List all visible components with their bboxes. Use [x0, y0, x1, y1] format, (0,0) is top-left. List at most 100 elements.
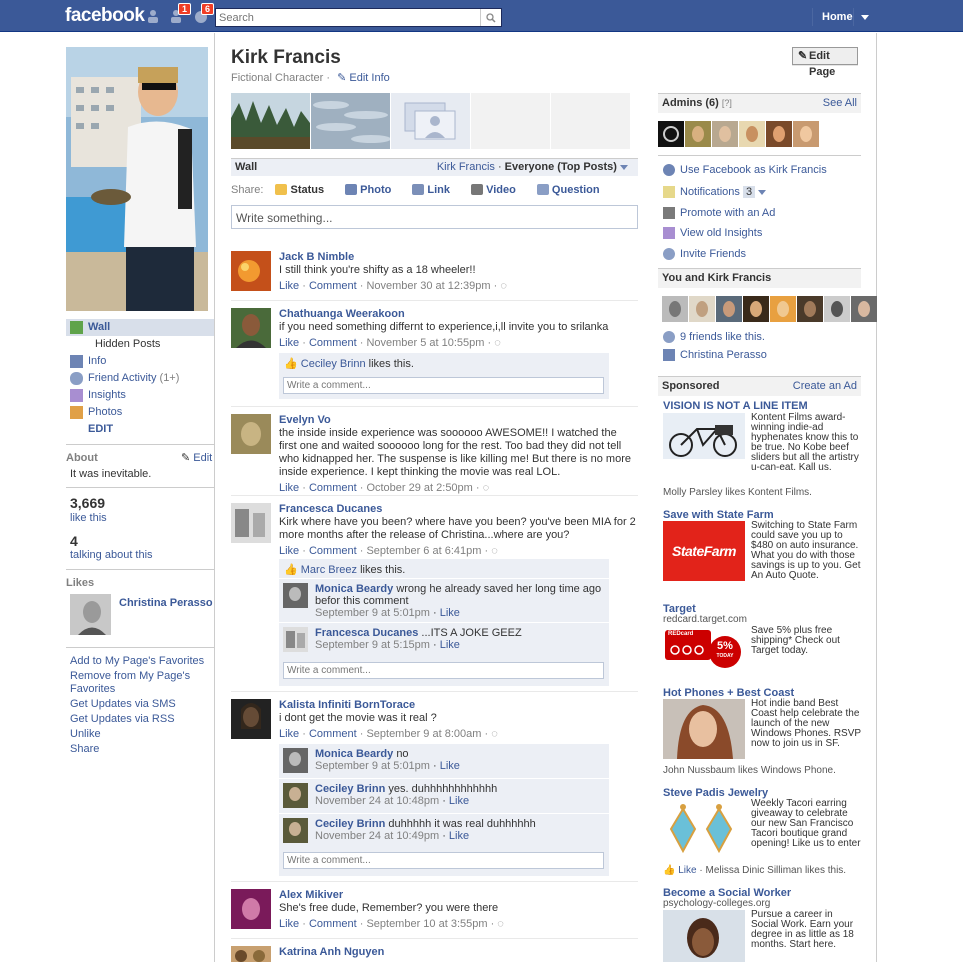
comment-author[interactable]: Francesca Ducanes [315, 627, 418, 639]
ad-image[interactable] [663, 413, 745, 459]
comment-link[interactable]: Comment [309, 280, 357, 292]
liked-page-name[interactable]: Christina Perasso [119, 597, 213, 609]
ad-title[interactable]: VISION IS NOT A LINE ITEM [663, 400, 808, 412]
edit-page-button[interactable]: ✎ Edit Page [792, 47, 858, 78]
use-facebook-as-link[interactable]: Use Facebook as Kirk Francis [663, 163, 827, 177]
friend-avatar[interactable] [824, 296, 850, 322]
ad-image[interactable] [663, 699, 745, 759]
share-video-tab[interactable]: Video [471, 184, 525, 196]
search-input[interactable] [216, 9, 478, 26]
like-link[interactable]: Like [279, 482, 299, 494]
admin-avatar[interactable] [766, 121, 792, 147]
like-link[interactable]: Like [279, 918, 299, 930]
account-menu-button[interactable] [853, 8, 875, 26]
unlike-link[interactable]: Unlike [70, 728, 210, 741]
post-avatar[interactable] [231, 699, 271, 739]
like-link[interactable]: Like [279, 337, 299, 349]
comment-link[interactable]: Comment [309, 545, 357, 557]
comment-link[interactable]: Comment [309, 482, 357, 494]
notifications-icon[interactable]: 6 [193, 3, 215, 23]
post-avatar[interactable] [231, 251, 271, 291]
post-author[interactable]: Francesca Ducanes [279, 503, 637, 516]
post-avatar[interactable] [231, 414, 271, 454]
post-author[interactable]: Chathuanga Weerakoon [279, 308, 637, 321]
like-link[interactable]: Like [279, 280, 299, 292]
friend-avatar[interactable] [770, 296, 796, 322]
status-input[interactable]: Write something... [231, 205, 638, 229]
friend-avatar[interactable] [851, 296, 877, 322]
photo-thumb[interactable] [231, 93, 310, 149]
admin-avatar[interactable] [712, 121, 738, 147]
nav-friend-activity[interactable]: Friend Activity (1+) [66, 370, 214, 387]
friend-like-item[interactable]: Christina Perasso [663, 348, 767, 362]
rss-updates-link[interactable]: Get Updates via RSS [70, 713, 210, 726]
comment-author[interactable]: Monica Beardy [315, 748, 393, 760]
edit-info-link[interactable]: ✎ Edit Info [337, 72, 390, 84]
friend-avatar[interactable] [689, 296, 715, 322]
liked-page-avatar[interactable] [70, 594, 111, 635]
post-author[interactable]: Evelyn Vo [279, 414, 637, 427]
comment-avatar[interactable] [283, 783, 308, 808]
comment-avatar[interactable] [283, 748, 308, 773]
like-link[interactable]: Like [440, 760, 460, 772]
share-link[interactable]: Share [70, 743, 210, 756]
comment-input[interactable]: Write a comment... [283, 377, 604, 394]
post-avatar[interactable] [231, 503, 271, 543]
comment-author[interactable]: Ceciley Brinn [315, 783, 385, 795]
see-all-admins-link[interactable]: See All [823, 94, 857, 113]
friend-avatar[interactable] [743, 296, 769, 322]
nav-info[interactable]: Info [66, 353, 214, 370]
admin-avatar[interactable] [793, 121, 819, 147]
like-link[interactable]: Like [449, 795, 469, 807]
wall-filter[interactable]: Kirk Francis · Everyone (Top Posts) [437, 159, 628, 176]
like-link[interactable]: Like [449, 830, 469, 842]
about-edit-link[interactable]: ✎ Edit [181, 451, 212, 464]
create-ad-link[interactable]: Create an Ad [793, 377, 857, 396]
friend-avatar[interactable] [716, 296, 742, 322]
invite-friends-link[interactable]: Invite Friends [663, 247, 746, 261]
nav-photos[interactable]: Photos [66, 404, 214, 421]
friend-avatar[interactable] [662, 296, 688, 322]
post-avatar[interactable] [231, 308, 271, 348]
friends-like-link[interactable]: 9 friends like this. [663, 330, 765, 344]
like-link[interactable]: Like [279, 545, 299, 557]
photo-thumb[interactable] [311, 93, 391, 149]
share-photo-tab[interactable]: Photo [345, 184, 400, 196]
comment-avatar[interactable] [283, 627, 308, 652]
ad-like-link[interactable]: 👍 Like [663, 865, 697, 876]
comment-author[interactable]: Monica Beardy [315, 583, 393, 595]
nav-edit-link[interactable]: EDIT [66, 421, 214, 438]
post-avatar[interactable] [231, 946, 271, 962]
likes-label-link[interactable]: like this [70, 512, 107, 524]
search-button[interactable] [480, 9, 501, 26]
comment-link[interactable]: Comment [309, 918, 357, 930]
notifications-link[interactable]: Notifications 3 [663, 185, 767, 199]
ad-image[interactable] [663, 910, 745, 962]
share-status-tab[interactable]: Status [275, 184, 333, 196]
like-link[interactable]: Like [279, 728, 299, 740]
friend-requests-icon[interactable] [147, 9, 165, 23]
comment-link[interactable]: Comment [309, 728, 357, 740]
view-insights-link[interactable]: View old Insights [663, 226, 762, 240]
post-author[interactable]: Kalista Infiniti BornTorace [279, 699, 637, 712]
facebook-logo[interactable]: facebook [65, 5, 145, 27]
ad-image[interactable]: REDcard 5% TODAY [663, 626, 745, 676]
post-author[interactable]: Katrina Anh Nguyen [279, 946, 637, 959]
profile-picture[interactable] [66, 47, 208, 311]
post-author[interactable]: Jack B Nimble [279, 251, 637, 264]
home-link[interactable]: Home [812, 8, 853, 26]
nav-insights[interactable]: Insights [66, 387, 214, 404]
like-link[interactable]: Like [440, 607, 460, 619]
ad-image[interactable] [663, 799, 745, 859]
like-link[interactable]: Like [440, 639, 460, 651]
comment-link[interactable]: Comment [309, 337, 357, 349]
post-author[interactable]: Alex Mikiver [279, 889, 637, 902]
photo-placeholder[interactable] [391, 93, 470, 149]
friend-avatar[interactable] [797, 296, 823, 322]
admin-avatar[interactable] [685, 121, 711, 147]
share-question-tab[interactable]: Question [536, 184, 609, 196]
post-avatar[interactable] [231, 889, 271, 929]
nav-wall[interactable]: Wall [66, 319, 214, 336]
remove-favorites-link[interactable]: Remove from My Page's Favorites [70, 670, 210, 696]
comment-input[interactable]: Write a comment... [283, 662, 604, 679]
